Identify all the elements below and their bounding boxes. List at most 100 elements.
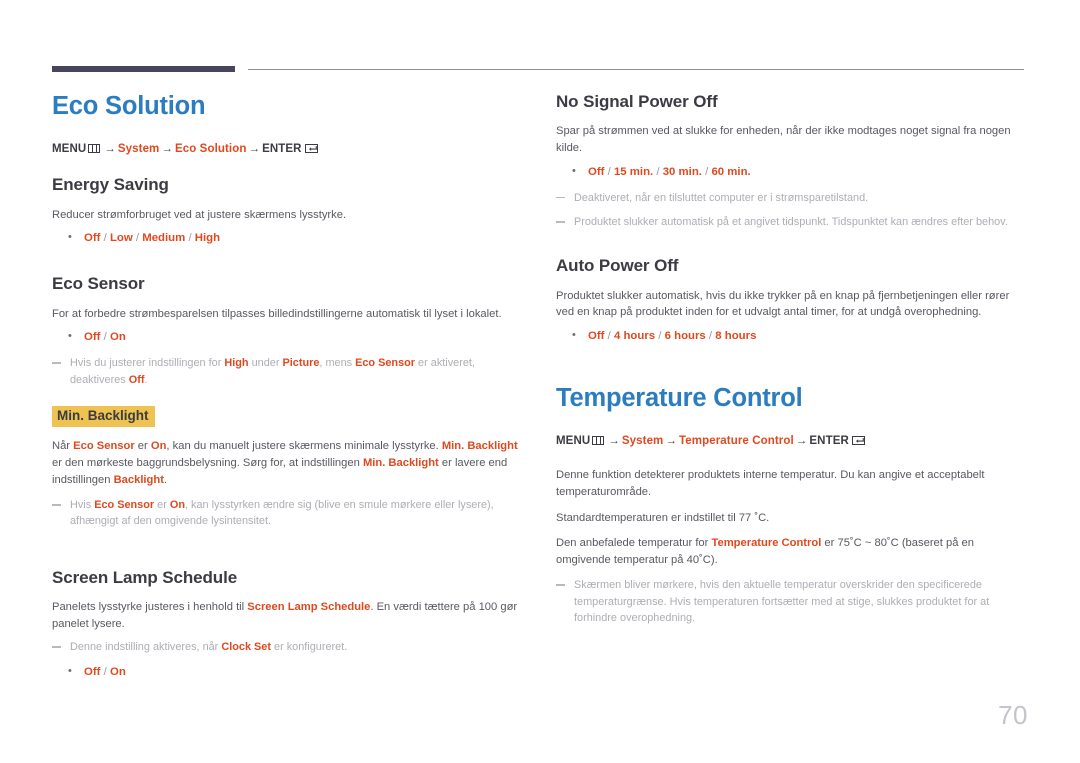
- temperature-control-body-3: Den anbefalede temperatur for Temperatur…: [556, 535, 1026, 568]
- body-emphasis: Temperature Control: [711, 537, 822, 550]
- option-value: High: [194, 232, 221, 245]
- menu-path-arrow-3: →: [248, 143, 261, 156]
- body-text: Den anbefalede temperatur for: [556, 537, 712, 550]
- eco-sensor-body: For at forbedre strømbesparelsen tilpass…: [52, 307, 502, 320]
- note-text: Denne indstilling aktiveres, når: [70, 641, 222, 654]
- option-row: Off / On: [52, 328, 522, 346]
- option-row: Off / 15 min. / 30 min. / 60 min.: [556, 163, 1026, 181]
- note-text: , mens: [319, 357, 356, 370]
- note-text: er: [154, 499, 170, 512]
- body-emphasis: Min. Backlight: [362, 456, 439, 469]
- screen-lamp-schedule-note: Denne indstilling aktiveres, når Clock S…: [52, 639, 522, 655]
- option-value: Off: [588, 329, 605, 342]
- energy-saving-body: Reducer strømforbruget ved at justere sk…: [52, 208, 347, 221]
- menu-path-enter-label: ENTER: [262, 143, 302, 156]
- section-heading-no-signal-power-off: No Signal Power Off: [556, 92, 718, 111]
- auto-power-off-body: Produktet slukker automatisk, hvis du ik…: [556, 289, 1010, 319]
- header-rule-thin-line: [248, 69, 1024, 70]
- right-column: No Signal Power Off Spar på strømmen ved…: [556, 92, 1026, 634]
- menu-path-temperature-control: MENU → System → Temperature Control → ENTER: [556, 435, 1026, 447]
- menu-path-enter-label: ENTER: [809, 435, 849, 448]
- screen-lamp-schedule-options: Off / On: [52, 663, 522, 681]
- body-emphasis: Min. Backlight: [441, 440, 518, 453]
- note-emphasis: On: [169, 499, 185, 512]
- option-value: Off: [588, 165, 605, 178]
- note-text: Hvis: [70, 499, 95, 512]
- no-signal-power-off-note-2: Produktet slukker automatisk på et angiv…: [556, 214, 1026, 230]
- note-emphasis: Clock Set: [221, 641, 271, 654]
- option-value: Off: [84, 665, 101, 678]
- note-text: er konfigureret.: [270, 641, 348, 654]
- body-emphasis: Screen Lamp Schedule: [247, 601, 371, 614]
- menu-icon: [88, 144, 101, 154]
- manual-page: Eco Solution MENU → System → Eco Solution → EN…: [0, 0, 1080, 763]
- header-rule-thick-bar: [52, 66, 235, 72]
- menu-path-arrow-3: →: [795, 435, 808, 448]
- option-value: 60 min.: [711, 165, 751, 178]
- auto-power-off-options: Off / 4 hours / 6 hours / 8 hours: [556, 327, 1026, 345]
- option-value: Low: [109, 232, 133, 245]
- menu-path-arrow-1: →: [608, 435, 620, 448]
- note-emphasis: High: [224, 357, 249, 370]
- menu-path-menu-label: MENU: [556, 435, 591, 448]
- chapter-title-eco-solution: Eco Solution: [52, 92, 206, 120]
- menu-path-arrow-1: →: [104, 143, 116, 156]
- note-text: Hvis du justerer indstillingen for: [70, 357, 225, 370]
- eco-sensor-note: Hvis du justerer indstillingen for High …: [52, 355, 522, 388]
- chapter-title-temperature-control: Temperature Control: [556, 384, 803, 413]
- body-emphasis: Eco Sensor: [73, 440, 135, 453]
- section-heading-eco-sensor: Eco Sensor: [52, 274, 145, 294]
- body-text: er: [134, 440, 151, 453]
- min-backlight-body: Når Eco Sensor er On, kan du manuelt jus…: [52, 438, 522, 488]
- option-value: Off: [84, 331, 101, 344]
- subsection-heading-min-backlight: Min. Backlight: [52, 406, 155, 428]
- note-text: under: [248, 357, 283, 370]
- left-column: Eco Solution MENU → System → Eco Solution → EN…: [52, 92, 522, 690]
- menu-path-arrow-2: →: [665, 435, 677, 448]
- option-value: 4 hours: [613, 329, 656, 342]
- option-value: On: [109, 331, 126, 344]
- body-text: , kan du manuelt justere skærmens minima…: [166, 440, 442, 453]
- no-signal-power-off-body: Spar på strømmen ved at slukke for enhed…: [556, 125, 1011, 154]
- note-text: .: [144, 373, 148, 386]
- menu-path-arrow-2: →: [161, 143, 173, 156]
- menu-path-step-eco-solution: Eco Solution: [175, 143, 247, 156]
- menu-path-eco-solution: MENU → System → Eco Solution → ENTER: [52, 143, 522, 155]
- section-heading-energy-saving: Energy Saving: [52, 175, 169, 195]
- option-value: Off: [84, 232, 101, 245]
- option-value: 15 min.: [613, 165, 654, 178]
- enter-key-icon: [304, 143, 318, 154]
- option-value: 8 hours: [715, 329, 757, 342]
- menu-path-step-system: System: [621, 435, 664, 448]
- temperature-control-body-2: Standardtemperaturen er indstillet til 7…: [556, 511, 770, 524]
- option-value: 6 hours: [664, 329, 706, 342]
- option-value: Medium: [142, 232, 186, 245]
- note-emphasis: Picture: [282, 357, 320, 370]
- option-value: On: [109, 665, 126, 678]
- note-emphasis: Eco Sensor: [94, 499, 155, 512]
- menu-path-step-system: System: [117, 143, 160, 156]
- page-number: 70: [998, 700, 1028, 730]
- eco-sensor-options: Off / On: [52, 328, 522, 346]
- no-signal-power-off-note-1: Deaktiveret, når en tilsluttet computer …: [556, 190, 1026, 206]
- enter-key-icon: [851, 435, 865, 446]
- body-emphasis: On: [150, 440, 167, 453]
- option-row: Off / 4 hours / 6 hours / 8 hours: [556, 327, 1026, 345]
- screen-lamp-schedule-body: Panelets lysstyrke justeres i henhold ti…: [52, 599, 522, 632]
- note-emphasis: Eco Sensor: [355, 357, 416, 370]
- temperature-control-body-1: Denne funktion detekterer produktets int…: [556, 469, 985, 498]
- menu-path-step-temperature-control: Temperature Control: [679, 435, 794, 448]
- menu-path-menu-label: MENU: [52, 143, 87, 156]
- option-row: Off / On: [52, 663, 522, 681]
- min-backlight-note: Hvis Eco Sensor er On, kan lysstyrken æn…: [52, 497, 522, 530]
- temperature-control-note: Skærmen bliver mørkere, hvis den aktuell…: [556, 577, 1026, 626]
- header-rule: [52, 66, 1024, 73]
- section-heading-auto-power-off: Auto Power Off: [556, 256, 679, 276]
- body-text: .: [163, 473, 168, 486]
- menu-icon: [592, 436, 605, 446]
- body-text: Når: [52, 440, 74, 453]
- option-value: 30 min.: [662, 165, 702, 178]
- note-emphasis: Off: [128, 373, 145, 386]
- option-row: Off / Low / Medium / High: [52, 229, 522, 247]
- body-emphasis: Backlight: [113, 473, 164, 486]
